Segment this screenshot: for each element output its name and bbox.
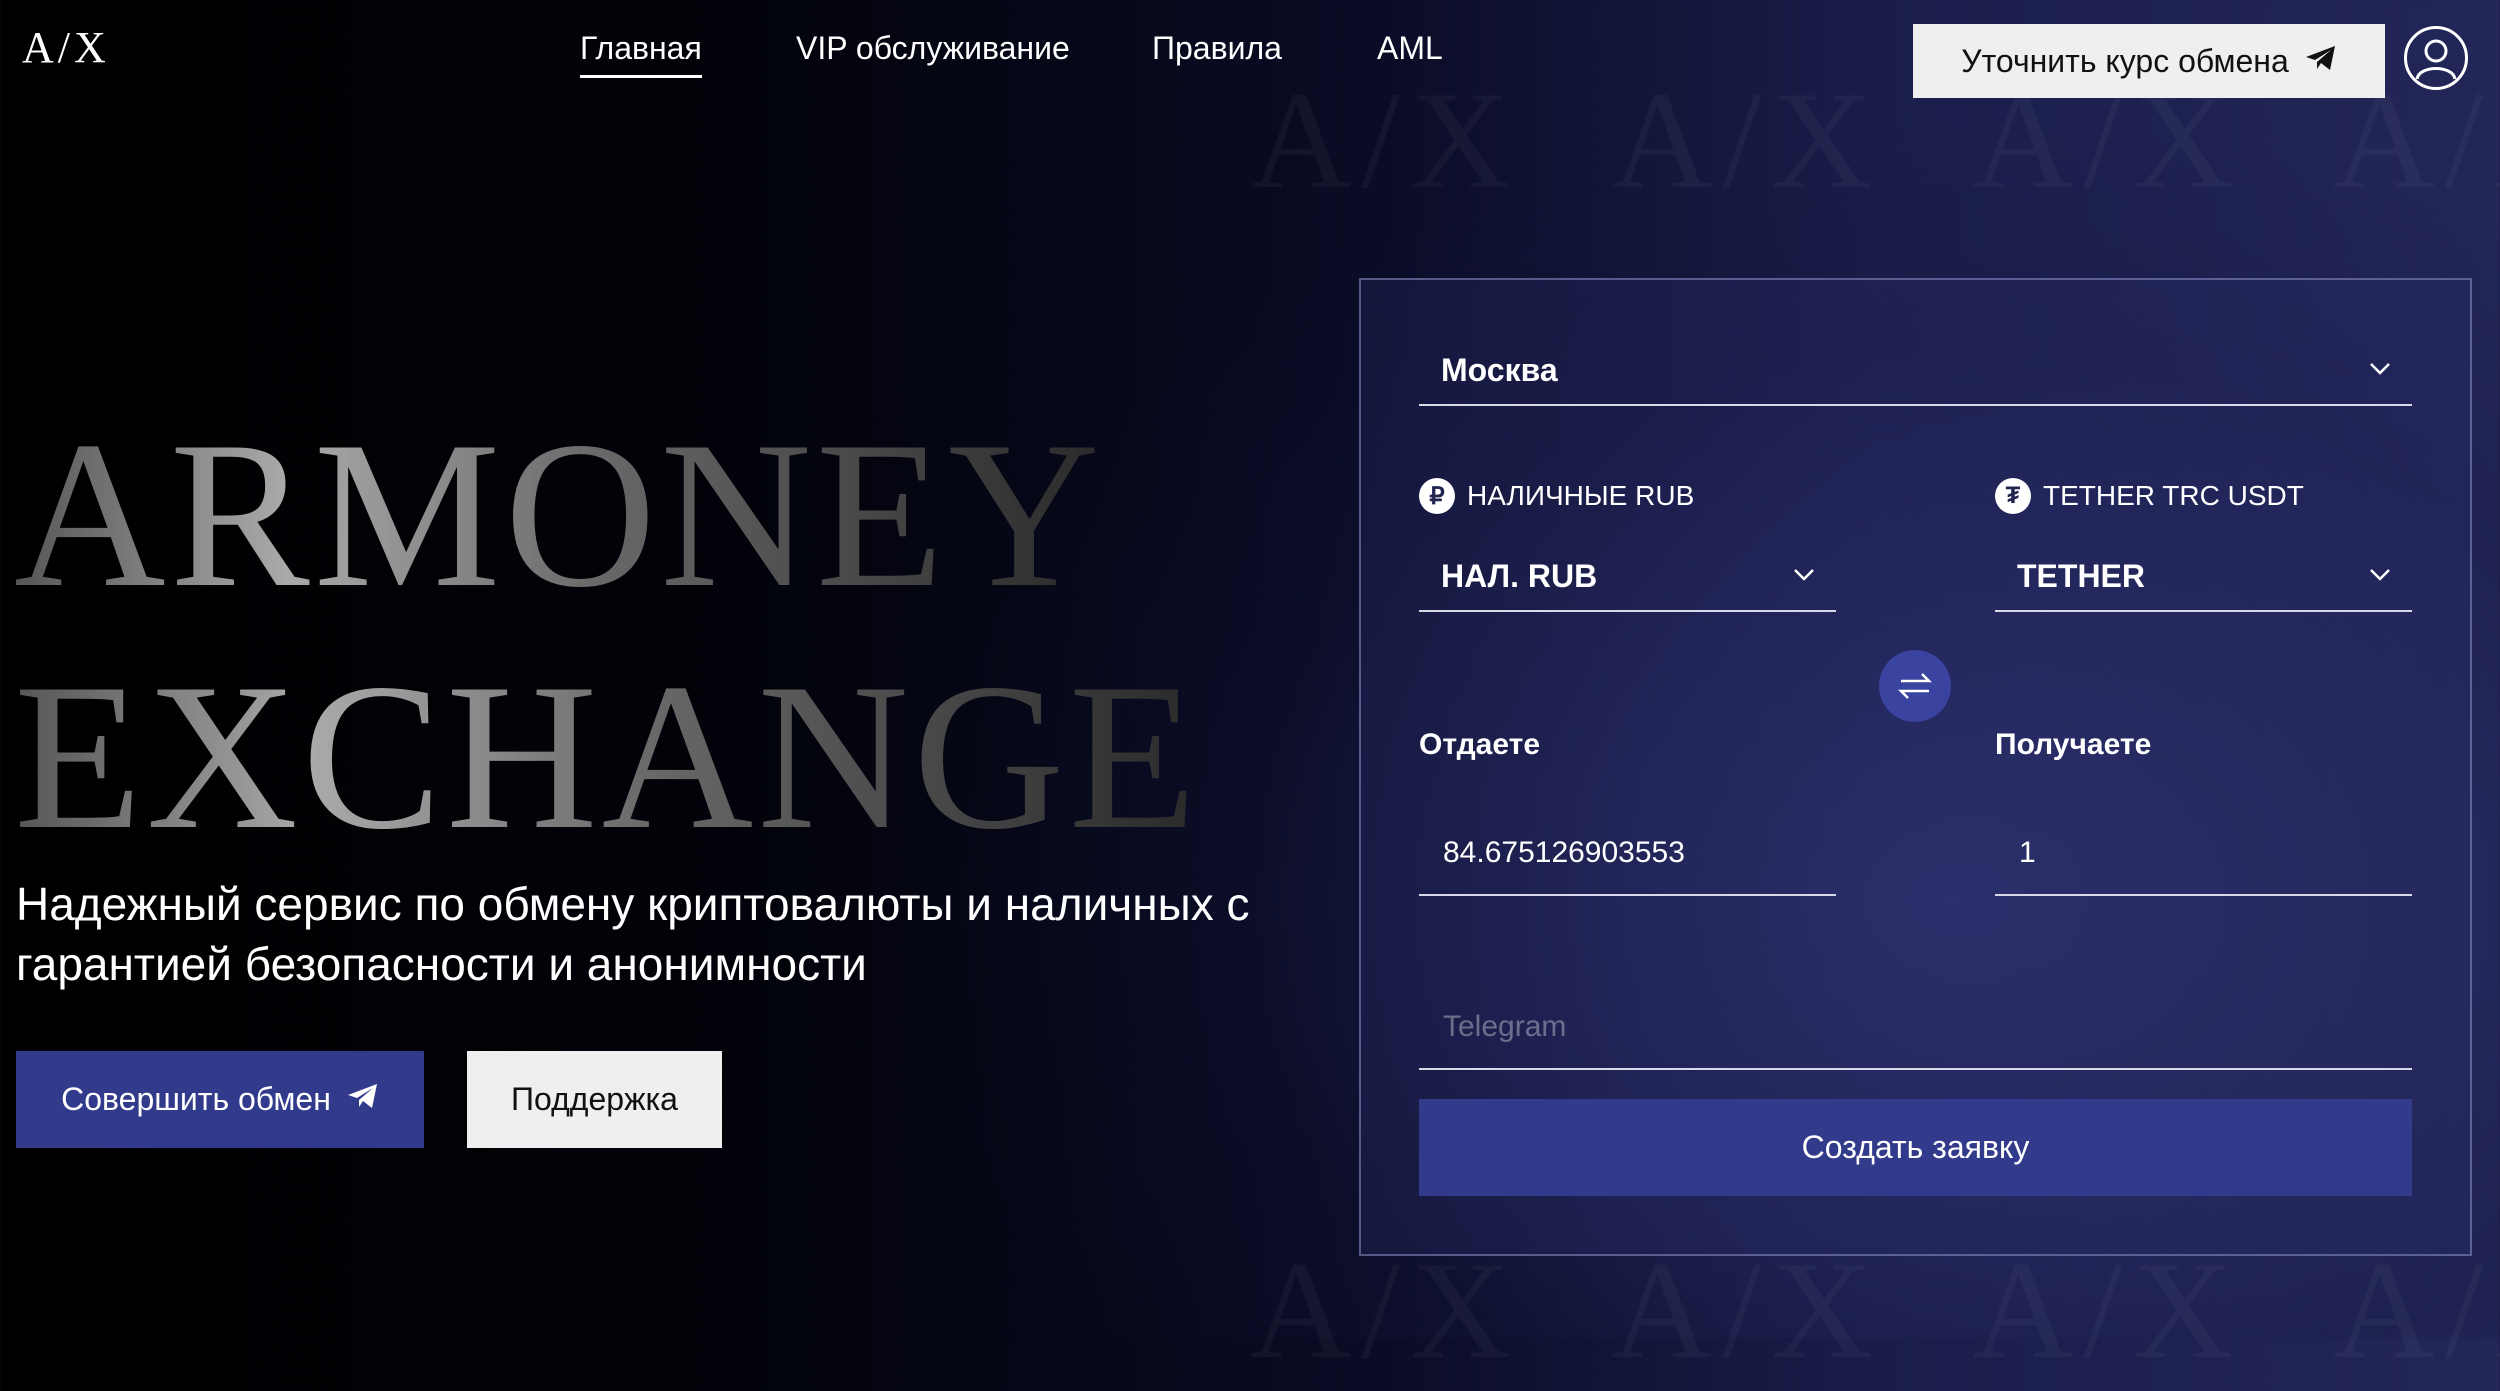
- city-value: Москва: [1441, 352, 1558, 388]
- give-currency-value: НАЛ. RUB: [1441, 558, 1598, 594]
- chevron-down-icon: [2370, 569, 2390, 581]
- rate-button[interactable]: Уточнить курс обмена: [1913, 24, 2385, 98]
- get-currency-select[interactable]: TETHER: [1995, 548, 2412, 612]
- swap-icon: [1897, 673, 1933, 699]
- hero-title-line2: EXCHANGE: [14, 641, 1201, 873]
- city-select[interactable]: Москва: [1419, 342, 2412, 406]
- hero-subtitle: Надежный сервис по обмену криптовалюты и…: [16, 878, 1250, 990]
- telegram-icon: [347, 1081, 379, 1118]
- get-amount-input[interactable]: 1: [1995, 808, 2412, 896]
- tether-icon: ₮: [1995, 478, 2031, 514]
- get-amount-label: Получаете: [1995, 728, 2152, 761]
- make-exchange-label: Совершить обмен: [61, 1081, 331, 1117]
- telegram-input[interactable]: Telegram: [1419, 982, 2412, 1070]
- make-exchange-button[interactable]: Совершить обмен: [16, 1051, 424, 1148]
- create-request-button[interactable]: Создать заявку: [1419, 1099, 2412, 1196]
- swap-currencies-button[interactable]: [1879, 650, 1951, 722]
- give-currency-label-text: НАЛИЧНЫЕ RUB: [1467, 480, 1695, 511]
- nav-aml[interactable]: AML: [1377, 30, 1443, 67]
- support-button[interactable]: Поддержка: [467, 1051, 722, 1148]
- get-currency-label: ₮ TETHER TRC USDT: [1995, 478, 2304, 514]
- chevron-down-icon: [1794, 569, 1814, 581]
- nav-rules[interactable]: Правила: [1152, 30, 1282, 67]
- give-amount-value: 84.675126903553: [1443, 836, 1685, 869]
- rate-button-label: Уточнить курс обмена: [1961, 42, 2289, 79]
- get-currency-value: TETHER: [2017, 558, 2145, 594]
- give-currency-select[interactable]: НАЛ. RUB: [1419, 548, 1836, 612]
- get-currency-label-text: TETHER TRC USDT: [2043, 480, 2304, 511]
- hero-title-line1: ARMONEY: [14, 399, 1104, 631]
- nav-vip[interactable]: VIP обслуживание: [796, 30, 1070, 67]
- chevron-down-icon: [2370, 363, 2390, 375]
- give-amount-input[interactable]: 84.675126903553: [1419, 808, 1836, 896]
- telegram-icon: [2305, 43, 2337, 80]
- telegram-placeholder: Telegram: [1443, 1010, 1567, 1043]
- give-amount-label: Отдаете: [1419, 728, 1541, 761]
- nav-home[interactable]: Главная: [580, 30, 702, 78]
- give-currency-label: ₽ НАЛИЧНЫЕ RUB: [1419, 478, 1694, 514]
- ruble-icon: ₽: [1419, 478, 1455, 514]
- get-amount-value: 1: [2019, 836, 2036, 869]
- user-icon[interactable]: [2404, 26, 2468, 90]
